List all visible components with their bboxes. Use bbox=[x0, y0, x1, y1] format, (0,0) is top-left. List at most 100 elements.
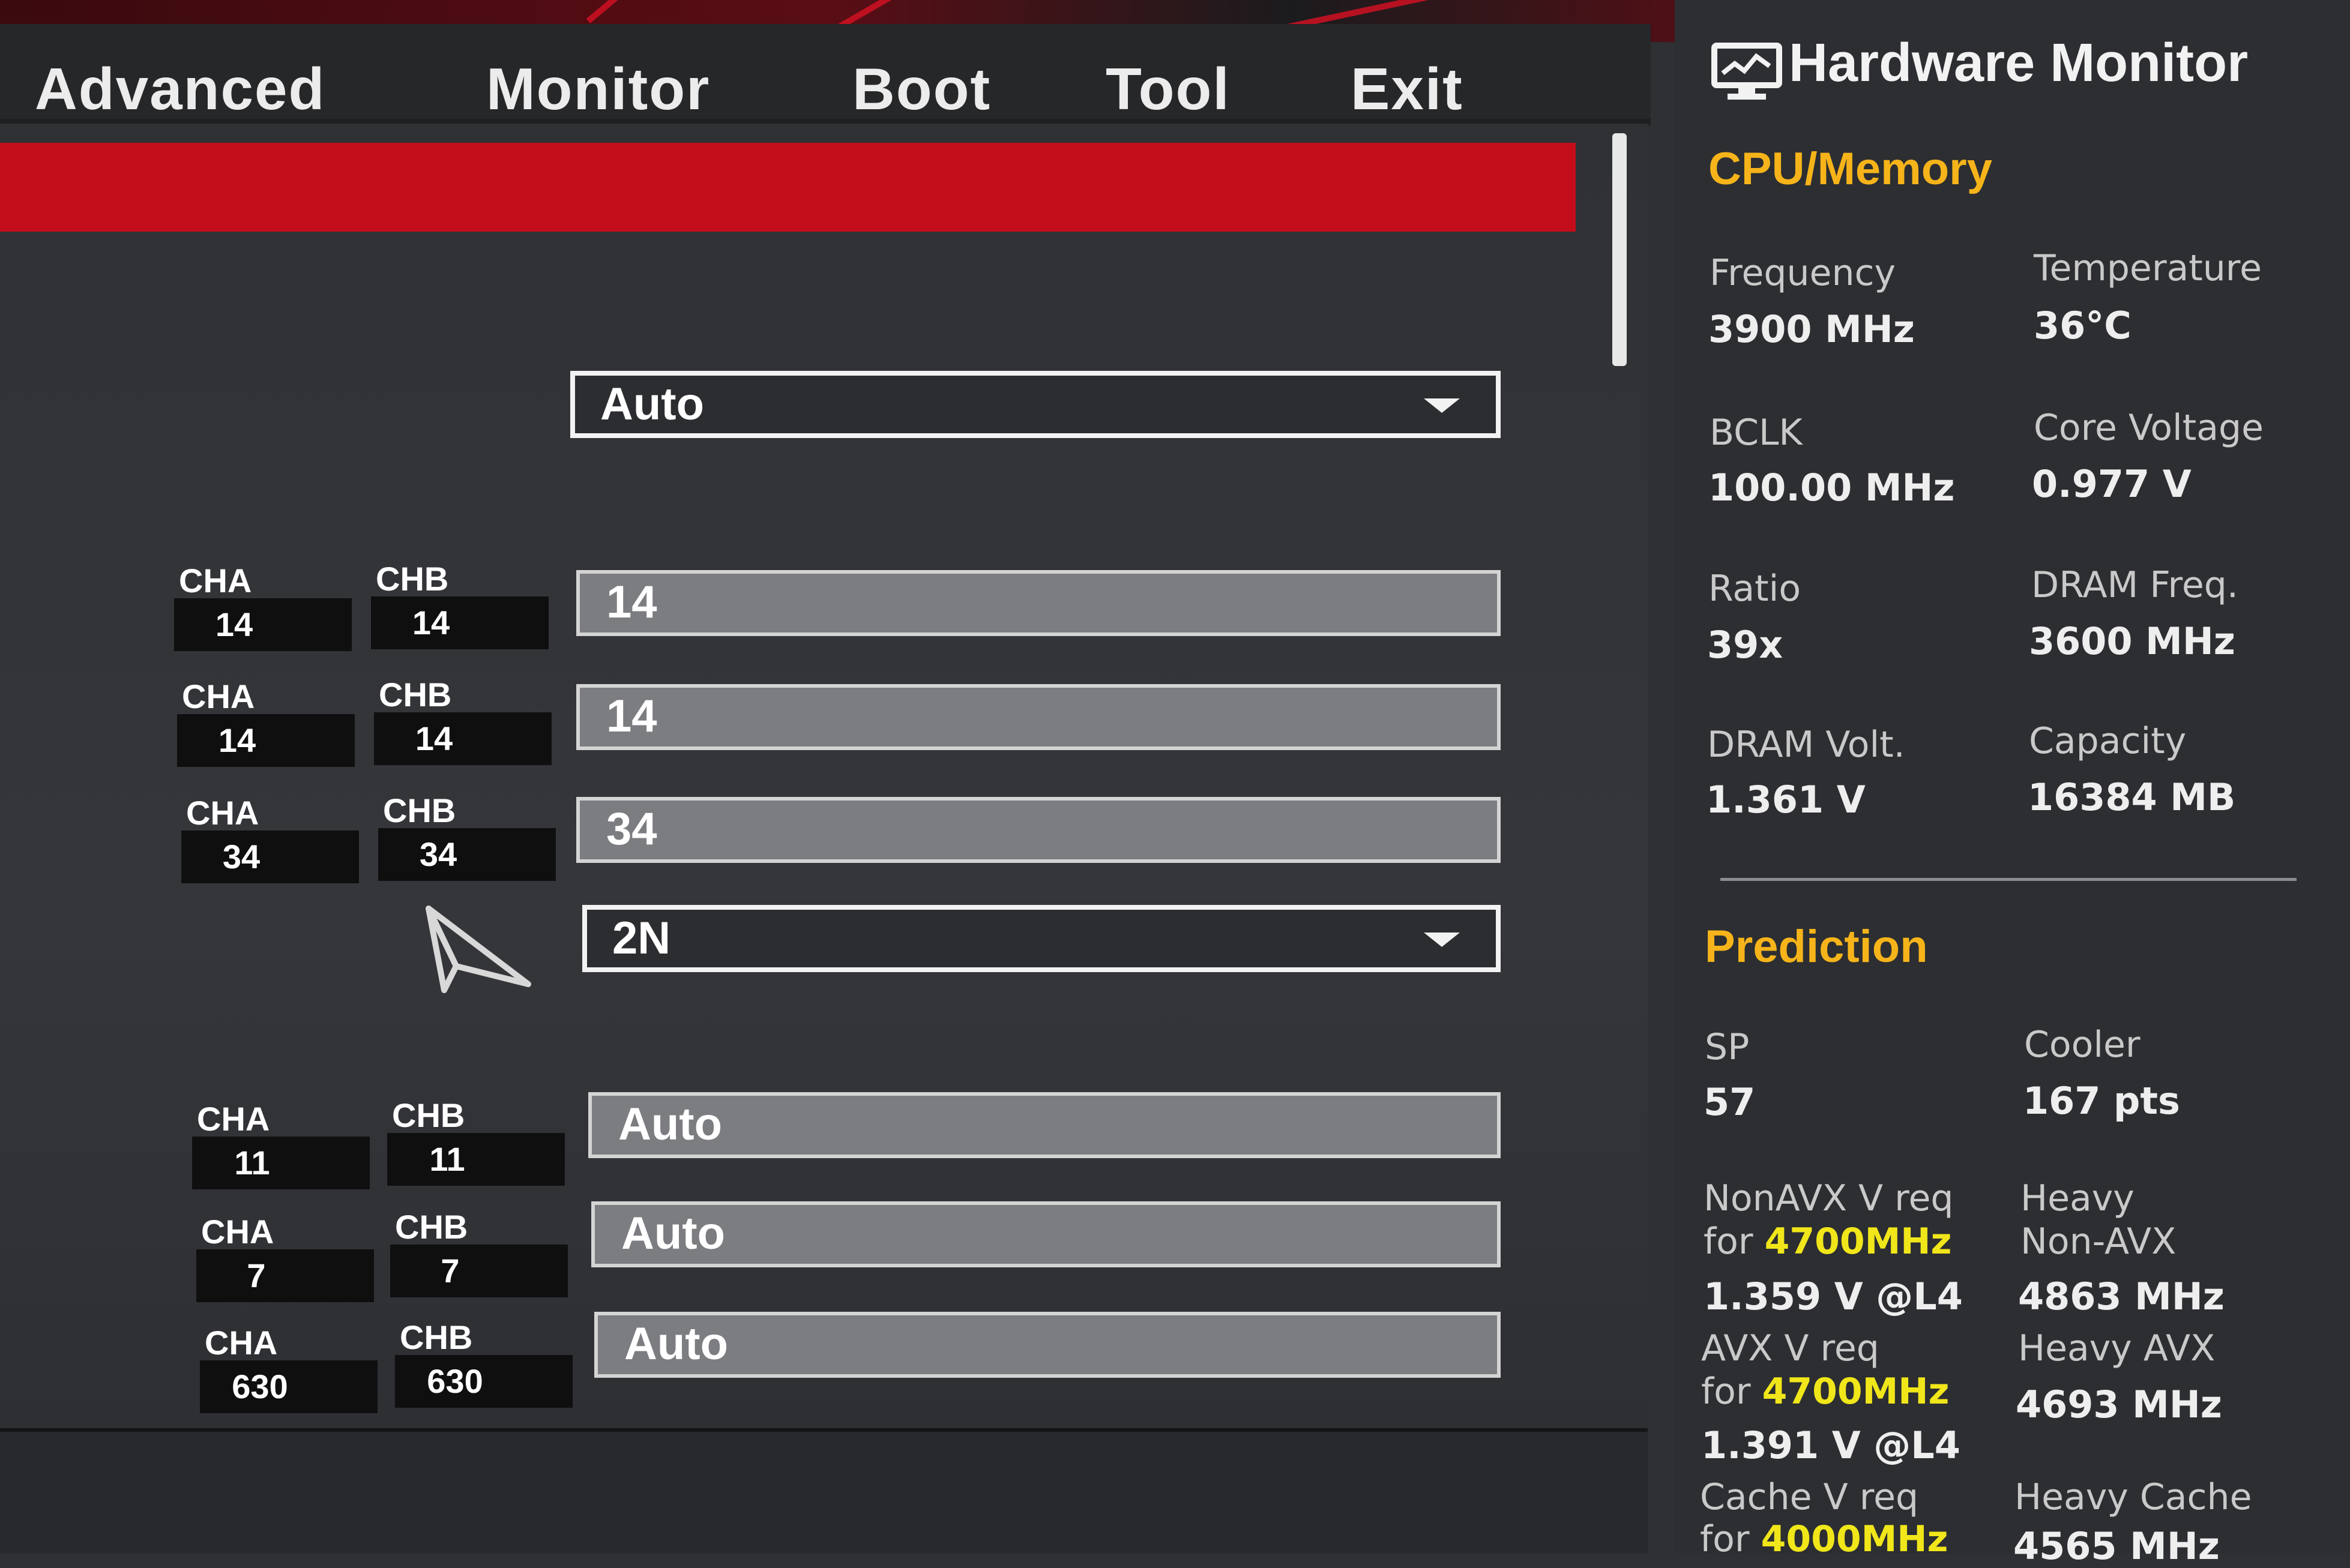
frequency-value: 3900 MHz bbox=[1708, 307, 1915, 351]
decor-streak bbox=[586, 0, 710, 23]
dropdown-value: Auto bbox=[600, 379, 705, 430]
setting-value: Auto bbox=[621, 1208, 726, 1259]
heavy-avx-value: 4693 MHz bbox=[2016, 1383, 2222, 1426]
monitor-icon bbox=[1711, 43, 1782, 100]
setting-input[interactable]: 14 bbox=[576, 570, 1501, 636]
channel-a-value: 14 bbox=[215, 605, 253, 643]
channel-b-label: CHB bbox=[392, 1096, 465, 1134]
cache-target-frequency: 4000MHz bbox=[1761, 1518, 1948, 1560]
setting-input[interactable]: 34 bbox=[576, 797, 1501, 863]
hardware-monitor-title: Hardware Monitor bbox=[1789, 33, 2249, 93]
panel-footer bbox=[0, 1432, 1648, 1554]
tab-boot[interactable]: Boot bbox=[852, 55, 991, 123]
channel-b-label: CHB bbox=[376, 560, 449, 598]
channel-b-label: CHB bbox=[383, 792, 456, 829]
for-text: for bbox=[1701, 1371, 1762, 1413]
nonavx-target-frequency: 4700MHz bbox=[1764, 1221, 1952, 1263]
setting-input[interactable]: 14 bbox=[576, 684, 1501, 750]
channel-a-value: 34 bbox=[222, 838, 261, 876]
selected-row-highlight[interactable] bbox=[0, 143, 1576, 232]
nonavx-vreq-value: 1.359 V @L4 bbox=[1704, 1275, 1963, 1318]
channel-a-label: CHA bbox=[179, 562, 252, 599]
command-rate-dropdown[interactable]: 2N bbox=[582, 905, 1501, 972]
core-voltage-label: Core Voltage bbox=[2034, 407, 2264, 449]
avx-vreq-label: AVX V req bbox=[1701, 1327, 1879, 1369]
sp-label: SP bbox=[1705, 1026, 1750, 1068]
channel-b-label: CHB bbox=[379, 676, 452, 713]
frequency-label: Frequency bbox=[1710, 252, 1896, 294]
section-divider bbox=[1720, 878, 2297, 881]
prediction-section-title: Prediction bbox=[1705, 921, 1928, 972]
cache-vreq-label: Cache V req bbox=[1700, 1476, 1919, 1518]
setting-value: 34 bbox=[606, 804, 657, 855]
cooler-label: Cooler bbox=[2024, 1024, 2141, 1066]
channel-a-label: CHA bbox=[182, 677, 255, 715]
avx-target-frequency: 4700MHz bbox=[1762, 1371, 1950, 1413]
cpu-memory-section-title: CPU/Memory bbox=[1708, 143, 1992, 194]
dropdown-value: 2N bbox=[612, 913, 671, 964]
channel-b-label: CHB bbox=[395, 1208, 468, 1246]
dram-freq-label: DRAM Freq. bbox=[2031, 564, 2238, 606]
core-voltage-value: 0.977 V bbox=[2032, 462, 2192, 506]
bclk-value: 100.00 MHz bbox=[1708, 466, 1955, 509]
avx-vreq-value: 1.391 V @L4 bbox=[1701, 1423, 1960, 1467]
menu-bar: Advanced Monitor Boot Tool Exit bbox=[0, 24, 1651, 126]
tab-exit[interactable]: Exit bbox=[1351, 55, 1463, 123]
avx-vreq-freq-label: for 4700MHz bbox=[1701, 1371, 1949, 1413]
dram-freq-value: 3600 MHz bbox=[2029, 619, 2235, 663]
nonavx-vreq-label: NonAVX V req bbox=[1704, 1177, 1954, 1219]
mouse-pointer-icon bbox=[426, 906, 531, 993]
ratio-value: 39x bbox=[1707, 623, 1783, 667]
heavy-cache-label: Heavy Cache bbox=[2014, 1476, 2252, 1518]
channel-b-label: CHB bbox=[400, 1318, 473, 1356]
channel-b-value: 7 bbox=[441, 1252, 460, 1290]
channel-a-value: 630 bbox=[232, 1368, 288, 1405]
setting-input[interactable]: Auto bbox=[588, 1092, 1501, 1158]
cooler-value: 167 pts bbox=[2023, 1079, 2180, 1123]
temperature-label: Temperature bbox=[2034, 247, 2262, 289]
nonavx-vreq-freq-label: for 4700MHz bbox=[1704, 1221, 1951, 1263]
channel-b-value: 14 bbox=[415, 719, 453, 757]
heavy-cache-value: 4565 MHz bbox=[2013, 1524, 2220, 1568]
bclk-label: BCLK bbox=[1710, 412, 1803, 454]
ratio-label: Ratio bbox=[1708, 568, 1801, 610]
tab-monitor[interactable]: Monitor bbox=[486, 55, 710, 123]
setting-value: 14 bbox=[606, 577, 657, 628]
cache-vreq-freq-label: for 4000MHz bbox=[1700, 1518, 1948, 1560]
chevron-down-icon bbox=[1424, 933, 1460, 947]
channel-a-label: CHA bbox=[201, 1213, 274, 1251]
dram-volt-value: 1.361 V bbox=[1706, 778, 1866, 822]
scrollbar[interactable] bbox=[1612, 133, 1627, 366]
channel-a-value: 7 bbox=[247, 1257, 266, 1294]
hardware-monitor-panel bbox=[1675, 0, 2350, 1554]
capacity-label: Capacity bbox=[2029, 720, 2187, 762]
for-text: for bbox=[1704, 1221, 1765, 1263]
hardware-monitor-header: Hardware Monitor bbox=[1687, 24, 2350, 120]
tab-advanced[interactable]: Advanced bbox=[35, 55, 325, 123]
setting-value: 14 bbox=[606, 691, 657, 742]
setting-value: Auto bbox=[624, 1318, 729, 1369]
channel-a-value: 11 bbox=[234, 1144, 270, 1182]
channel-b-value: 34 bbox=[419, 835, 457, 873]
menu-divider bbox=[0, 119, 1651, 124]
heavy-avx-label: Heavy AVX bbox=[2018, 1327, 2216, 1369]
mode-dropdown[interactable]: Auto bbox=[570, 371, 1501, 438]
chevron-down-icon bbox=[1424, 398, 1460, 413]
channel-a-label: CHA bbox=[186, 794, 259, 832]
heavy-nonavx-label-line1: Heavy bbox=[2020, 1177, 2135, 1219]
dram-volt-label: DRAM Volt. bbox=[1707, 724, 1905, 766]
channel-b-value: 11 bbox=[429, 1140, 465, 1178]
channel-a-label: CHA bbox=[197, 1100, 270, 1138]
setting-value: Auto bbox=[618, 1099, 723, 1150]
tab-tool[interactable]: Tool bbox=[1106, 55, 1231, 123]
sp-value: 57 bbox=[1704, 1080, 1756, 1124]
capacity-value: 16384 MB bbox=[2028, 775, 2236, 819]
setting-input[interactable]: Auto bbox=[591, 1201, 1501, 1267]
channel-b-value: 14 bbox=[412, 604, 450, 641]
for-text: for bbox=[1700, 1518, 1761, 1560]
setting-input[interactable]: Auto bbox=[594, 1312, 1501, 1378]
channel-a-label: CHA bbox=[205, 1324, 278, 1362]
heavy-nonavx-label-line2: Non-AVX bbox=[2020, 1221, 2177, 1263]
heavy-nonavx-value: 4863 MHz bbox=[2018, 1275, 2225, 1318]
channel-a-value: 14 bbox=[218, 721, 256, 759]
